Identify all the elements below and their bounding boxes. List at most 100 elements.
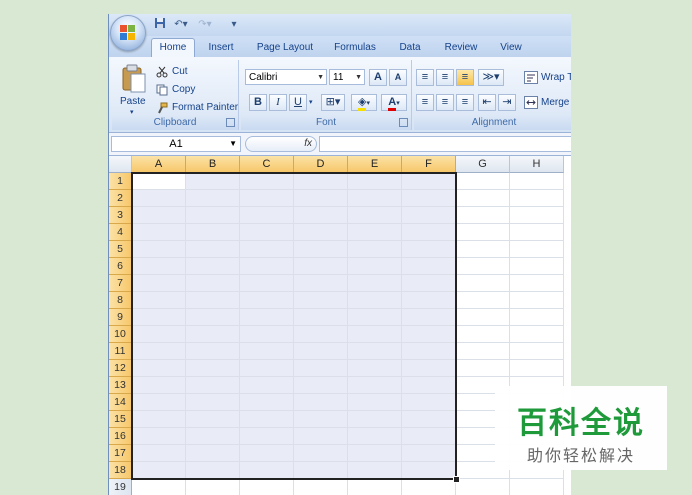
cell[interactable] (186, 173, 240, 190)
cell[interactable] (348, 411, 402, 428)
cell[interactable] (402, 479, 456, 495)
cell[interactable] (456, 258, 510, 275)
fill-handle[interactable] (453, 476, 460, 483)
cell[interactable] (294, 190, 348, 207)
cell[interactable] (132, 479, 186, 495)
row-header[interactable]: 13 (109, 377, 132, 394)
shrink-font-button[interactable]: A (389, 69, 407, 86)
paste-icon[interactable] (121, 64, 147, 99)
cell[interactable] (510, 360, 564, 377)
cell[interactable] (132, 445, 186, 462)
cell[interactable] (132, 173, 186, 190)
cell[interactable] (186, 258, 240, 275)
cell[interactable] (132, 309, 186, 326)
column-header[interactable]: D (294, 156, 348, 173)
row-header[interactable]: 11 (109, 343, 132, 360)
cell[interactable] (186, 394, 240, 411)
fx-icon[interactable]: fx (304, 137, 312, 151)
cell[interactable] (132, 377, 186, 394)
cell[interactable] (456, 479, 510, 495)
tab-insert[interactable]: Insert (201, 39, 241, 57)
cell[interactable] (402, 445, 456, 462)
cell[interactable] (402, 428, 456, 445)
cell[interactable] (402, 326, 456, 343)
cell[interactable] (348, 275, 402, 292)
cell[interactable] (186, 224, 240, 241)
cell[interactable] (132, 411, 186, 428)
fill-color-button[interactable]: ◈▾ (351, 94, 377, 111)
undo-icon[interactable]: ↶▾ (171, 17, 191, 33)
cell[interactable] (132, 207, 186, 224)
cell[interactable] (186, 343, 240, 360)
font-name-combo[interactable]: Calibri ▼ (245, 69, 327, 85)
cell[interactable] (348, 462, 402, 479)
cell[interactable] (294, 428, 348, 445)
cell[interactable] (132, 275, 186, 292)
cell[interactable] (348, 207, 402, 224)
cell[interactable] (402, 360, 456, 377)
tab-formulas[interactable]: Formulas (329, 39, 381, 57)
name-box[interactable]: A1 ▼ (111, 136, 241, 152)
cell[interactable] (510, 343, 564, 360)
row-header[interactable]: 2 (109, 190, 132, 207)
row-header[interactable]: 9 (109, 309, 132, 326)
paste-button[interactable]: Paste (120, 96, 146, 107)
cell[interactable] (186, 207, 240, 224)
grow-font-button[interactable]: A (369, 69, 387, 86)
cell[interactable] (402, 462, 456, 479)
copy-button[interactable]: Copy (172, 84, 195, 95)
tab-home[interactable]: Home (151, 38, 195, 57)
cell[interactable] (186, 411, 240, 428)
row-header[interactable]: 12 (109, 360, 132, 377)
cell[interactable] (510, 479, 564, 495)
cell[interactable] (402, 343, 456, 360)
customize-quick-access-icon[interactable]: ▾ (229, 17, 239, 33)
cell[interactable] (510, 207, 564, 224)
cell[interactable] (186, 309, 240, 326)
cell[interactable] (132, 462, 186, 479)
column-header[interactable]: C (240, 156, 294, 173)
chevron-down-icon[interactable]: ▼ (229, 137, 237, 151)
row-header[interactable]: 5 (109, 241, 132, 258)
row-header[interactable]: 7 (109, 275, 132, 292)
cell[interactable] (240, 343, 294, 360)
cell[interactable] (186, 462, 240, 479)
cell[interactable] (402, 241, 456, 258)
cell[interactable] (510, 275, 564, 292)
cell[interactable] (240, 479, 294, 495)
cell[interactable] (294, 309, 348, 326)
cell[interactable] (348, 190, 402, 207)
cell[interactable] (294, 292, 348, 309)
font-size-combo[interactable]: 11 ▼ (329, 69, 365, 85)
column-header[interactable]: B (186, 156, 240, 173)
cell[interactable] (402, 411, 456, 428)
office-button[interactable] (110, 15, 146, 51)
cell[interactable] (294, 479, 348, 495)
cell[interactable] (402, 207, 456, 224)
clipboard-dialog-launcher[interactable] (226, 118, 235, 127)
cell[interactable] (294, 326, 348, 343)
cell[interactable] (510, 309, 564, 326)
italic-button[interactable]: I (269, 94, 287, 111)
cell[interactable] (510, 224, 564, 241)
cell[interactable] (456, 292, 510, 309)
paste-dropdown-icon[interactable]: ▾ (130, 108, 134, 116)
cell[interactable] (132, 343, 186, 360)
cell[interactable] (240, 224, 294, 241)
align-top-button[interactable]: ≡ (416, 69, 434, 86)
cell[interactable] (348, 343, 402, 360)
cell[interactable] (402, 309, 456, 326)
tab-view[interactable]: View (493, 39, 529, 57)
cell[interactable] (132, 394, 186, 411)
align-middle-button[interactable]: ≡ (436, 69, 454, 86)
column-header[interactable]: A (132, 156, 186, 173)
row-header[interactable]: 4 (109, 224, 132, 241)
cell[interactable] (348, 377, 402, 394)
cell[interactable] (186, 275, 240, 292)
cell[interactable] (240, 360, 294, 377)
cell[interactable] (186, 190, 240, 207)
align-center-button[interactable]: ≡ (436, 94, 454, 111)
column-header[interactable]: F (402, 156, 456, 173)
row-header[interactable]: 1 (109, 173, 132, 190)
cell[interactable] (456, 309, 510, 326)
